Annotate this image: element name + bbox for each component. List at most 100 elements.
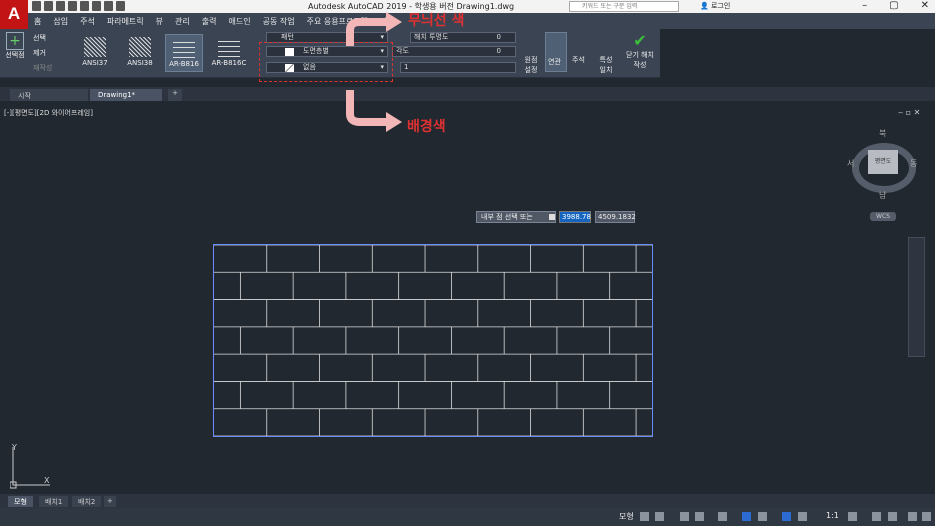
annotation-hatch-color: 무늬선 색 [408,13,465,29]
viewport-label[interactable]: [-][평면도][2D 와이어프레임] [4,108,93,118]
new-file-icon[interactable] [32,1,41,11]
pattern-ansi37[interactable]: ANSI37 [76,34,114,72]
login-label: 로그인 [710,2,731,10]
pattern-swatch [218,37,240,57]
y-coordinate-input[interactable]: 4509.1832 [595,211,636,223]
grid-icon[interactable] [640,512,649,521]
new-tab-button[interactable]: + [168,89,182,101]
menu-tab-5[interactable]: 관리 [175,16,190,27]
x-coordinate-value: 3988.78 [560,212,591,222]
menu-tab-8[interactable]: 공동 작업 [263,16,295,27]
status-bar: 모형 1:1 [0,508,935,526]
match-properties-button[interactable]: 특성 일치 [597,55,615,75]
pattern-ansi38[interactable]: ANSI38 [121,34,159,72]
tab-start[interactable]: 시작 [10,89,88,101]
fullscreen-icon[interactable] [908,512,917,521]
pick-points-label: 선택점 [5,51,25,59]
navigation-bar[interactable] [908,237,925,357]
tab-drawing1[interactable]: Drawing1* [90,89,162,101]
lineweight-icon[interactable] [742,512,751,521]
wcs-menu[interactable]: WCS [870,212,896,221]
scale-field[interactable]: 1 [400,62,516,73]
save-icon[interactable] [56,1,65,11]
tab-layout1[interactable]: 배치1 [39,496,69,507]
app-logo-button[interactable]: A [0,0,28,30]
associative-button[interactable]: 연관 [545,32,567,72]
undo-icon[interactable] [104,1,113,11]
isolate-icon[interactable] [888,512,897,521]
x-coordinate-input[interactable]: 3988.78 [559,211,591,223]
minimize-icon[interactable]: – [862,0,867,11]
menu-tab-6[interactable]: 출력 [202,16,217,27]
annotation-scale[interactable]: 1:1 [826,511,839,520]
pattern-label: ANSI38 [127,59,153,67]
layout-tab-bar: 모형 배치1 배치2 + [0,494,935,508]
tab-layout2[interactable]: 배치2 [72,496,102,507]
set-origin-button[interactable]: 원점 설정 [521,55,541,75]
plot-icon[interactable] [92,1,101,11]
angle-label: 각도 [396,47,409,55]
select-button[interactable]: 선택 [33,33,46,43]
auto-scale-icon[interactable] [798,512,807,521]
menu-tab-4[interactable]: 뷰 [156,16,163,27]
brick-hatch-boundary[interactable] [213,244,653,437]
plus-icon[interactable] [872,512,881,521]
annotative-label: 주석 [572,56,585,64]
title-bar: Autodesk AutoCAD 2019 - 학생용 버전 Drawing1.… [0,0,935,13]
transparency-field[interactable]: 해치 투명도 0 [410,32,516,43]
viewcube[interactable]: 평면도 [868,150,898,174]
gear-icon[interactable] [848,512,857,521]
dynamic-input-prompt: 내부 점 선택 또는 [476,211,556,223]
close-hatch-button[interactable]: ✔ 닫기 해치 작성 [622,32,658,70]
menu-tab-0[interactable]: 홈 [34,16,41,27]
viewport-controls[interactable]: ‒ ▫ ✕ [898,108,920,117]
annotation-visibility-icon[interactable] [782,512,791,521]
angle-value: 0 [496,47,501,55]
selection-cycling-icon[interactable] [758,512,767,521]
search-input[interactable]: 키워드 또는 구문 입력 [569,1,679,12]
pattern-swatch [173,38,195,58]
viewcube-south[interactable]: 남 [879,190,886,201]
pattern-ar-b816[interactable]: AR-B816 [165,34,203,72]
remove-button[interactable]: 제거 [33,48,46,58]
close-icon[interactable]: ✕ [921,0,929,11]
window-controls: – ▢ ✕ [862,0,929,11]
menu-tab-3[interactable]: 파라메트릭 [107,16,144,27]
annotative-button[interactable]: 주석 [572,55,585,65]
annotation-highlight-box [259,42,393,82]
hatch-type-value: 패턴 [281,33,294,41]
select-label: 선택 [33,34,46,42]
viewcube-east[interactable]: 동 [910,158,917,169]
open-file-icon[interactable] [44,1,53,11]
osnap-icon[interactable] [718,512,727,521]
pattern-ar-b816c[interactable]: AR-B816C [210,34,248,72]
ucs-y-label: Y [12,443,17,452]
plus-icon: + [6,32,24,50]
maximize-icon[interactable]: ▢ [889,0,898,11]
pattern-label: ANSI37 [82,59,108,67]
polar-icon[interactable] [695,512,704,521]
ucs-x-label: X [44,476,50,485]
redo-icon[interactable] [116,1,125,11]
ortho-icon[interactable] [680,512,689,521]
recreate-button[interactable]: 재작성 [33,63,52,73]
model-space-button[interactable]: 모형 [619,511,634,522]
checkmark-icon: ✔ [633,31,647,50]
menu-tab-2[interactable]: 주석 [80,16,95,27]
viewcube-west[interactable]: 서 [847,158,854,169]
transparency-label: 해치 투명도 [414,33,449,41]
pick-points-button[interactable]: + 선택점 [3,32,27,60]
recreate-label: 재작성 [33,64,53,72]
save-as-icon[interactable] [68,1,77,11]
tab-model[interactable]: 모형 [8,496,33,507]
login-button[interactable]: 👤 로그인 [700,1,730,11]
dropdown-icon[interactable] [549,214,555,220]
snap-icon[interactable] [655,512,664,521]
angle-field[interactable]: 각도 0 [392,46,516,57]
menu-tab-1[interactable]: 삽입 [53,16,68,27]
viewcube-north[interactable]: 북 [879,128,886,139]
customize-icon[interactable] [922,512,931,521]
menu-tab-7[interactable]: 애드인 [229,16,251,27]
web-icon[interactable] [80,1,89,11]
add-layout-button[interactable]: + [104,496,116,507]
